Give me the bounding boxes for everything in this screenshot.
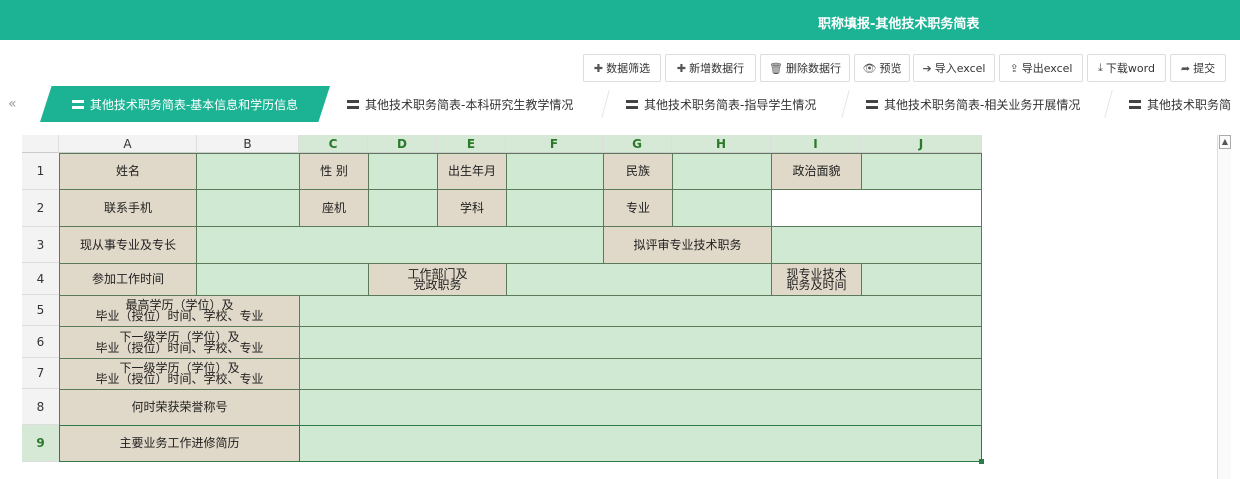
- delete-row-button[interactable]: 🗑 删除数据行: [760, 54, 850, 82]
- input-highest-edu[interactable]: [299, 295, 982, 327]
- label-department: 工作部门及 党政职务: [368, 263, 507, 296]
- input-current-title[interactable]: [861, 263, 982, 296]
- vertical-scrollbar[interactable]: ▲: [1217, 135, 1231, 479]
- tab-teaching[interactable]: 其他技术职务简表-本科研究生教学情况: [347, 86, 573, 122]
- fill-handle[interactable]: [979, 459, 984, 464]
- download-word-button[interactable]: ⤓ 下载word: [1087, 54, 1166, 82]
- row-header-4[interactable]: 4: [22, 263, 59, 295]
- column-header-j[interactable]: J: [861, 135, 982, 153]
- row-header-8[interactable]: 8: [22, 389, 59, 425]
- label-proposed-title: 拟评审专业技术职务: [603, 226, 772, 264]
- tab-related-business[interactable]: 其他技术职务简表-相关业务开展情况: [866, 86, 1080, 122]
- tab-separator: [841, 90, 850, 118]
- page-title: 职称填报-其他技术职务简表: [818, 17, 980, 32]
- row-header-1[interactable]: 1: [22, 153, 59, 190]
- label-gender: 性 别: [299, 153, 369, 190]
- label-specialty: 现从事专业及专长: [59, 226, 197, 264]
- submit-button[interactable]: ➦ 提交: [1170, 54, 1226, 82]
- table-icon: [71, 99, 84, 109]
- input-resume[interactable]: [299, 425, 982, 462]
- row-header-3[interactable]: 3: [22, 227, 59, 263]
- label-highest-edu: 最高学历（学位）及 毕业（授位）时间、学校、专业: [59, 295, 300, 327]
- input-honor[interactable]: [299, 389, 982, 426]
- export-excel-button[interactable]: ⇪ 导出excel: [999, 54, 1083, 82]
- label-third-edu: 下一级学历（学位）及 毕业（授位）时间、学校、专业: [59, 358, 300, 390]
- table-icon: [626, 99, 638, 109]
- row-header-5[interactable]: 5: [22, 295, 59, 326]
- input-specialty[interactable]: [196, 226, 604, 264]
- table-icon: [347, 99, 359, 109]
- input-major[interactable]: [672, 189, 772, 227]
- input-proposed-title[interactable]: [771, 226, 982, 264]
- filter-data-button[interactable]: ✚ 数据筛选: [583, 54, 661, 82]
- input-political[interactable]: [861, 153, 982, 190]
- eye-icon: 👁: [862, 61, 877, 75]
- column-header-h[interactable]: H: [672, 135, 771, 153]
- input-ethnic[interactable]: [672, 153, 772, 190]
- column-header-f[interactable]: F: [506, 135, 603, 153]
- input-gender[interactable]: [368, 153, 438, 190]
- tab-separator: [1104, 90, 1113, 118]
- column-header-b[interactable]: B: [197, 135, 299, 153]
- label-current-title: 现专业技术 职务及时间: [771, 263, 862, 296]
- corner-cell[interactable]: [22, 135, 59, 153]
- import-icon: ➔: [922, 61, 932, 75]
- table-icon: [866, 99, 878, 109]
- row-header-9[interactable]: 9: [22, 425, 59, 462]
- label-name: 姓名: [59, 153, 197, 190]
- tab-separator: [601, 90, 610, 118]
- add-row-button[interactable]: ✚ 新增数据行: [665, 54, 756, 82]
- column-header-a[interactable]: A: [59, 135, 197, 153]
- tab-more[interactable]: 其他技术职务简: [1129, 86, 1231, 122]
- trash-icon: 🗑: [769, 61, 783, 75]
- row-header-2[interactable]: 2: [22, 190, 59, 227]
- plus-icon: ✚: [676, 61, 687, 75]
- label-subject: 学科: [437, 189, 507, 227]
- column-header-d[interactable]: D: [368, 135, 437, 153]
- label-work-start: 参加工作时间: [59, 263, 197, 296]
- label-landline: 座机: [299, 189, 369, 227]
- label-phone: 联系手机: [59, 189, 197, 227]
- export-icon: ⇪: [1009, 61, 1019, 75]
- input-birth[interactable]: [506, 153, 604, 190]
- label-honor: 何时荣获荣誉称号: [59, 389, 300, 426]
- input-subject[interactable]: [506, 189, 604, 227]
- scroll-up-icon[interactable]: ▲: [1219, 135, 1231, 149]
- column-header-e[interactable]: E: [437, 135, 506, 153]
- input-landline[interactable]: [368, 189, 438, 227]
- input-third-edu[interactable]: [299, 358, 982, 390]
- tab-basic-info[interactable]: 其他技术职务简表-基本信息和学历信息: [40, 86, 330, 122]
- label-major: 专业: [603, 189, 673, 227]
- label-second-edu: 下一级学历（学位）及 毕业（授位）时间、学校、专业: [59, 326, 300, 359]
- plus-icon: ✚: [593, 61, 604, 75]
- tab-scroll-left-icon[interactable]: «: [8, 96, 17, 112]
- input-second-edu[interactable]: [299, 326, 982, 359]
- column-header-c[interactable]: C: [299, 135, 368, 153]
- column-header-g[interactable]: G: [603, 135, 672, 153]
- input-work-start[interactable]: [196, 263, 369, 296]
- blank-cell[interactable]: [771, 189, 982, 227]
- label-political: 政治面貌: [771, 153, 862, 190]
- row-header-7[interactable]: 7: [22, 358, 59, 389]
- input-name[interactable]: [196, 153, 300, 190]
- import-excel-button[interactable]: ➔ 导入excel: [913, 54, 995, 82]
- label-ethnic: 民族: [603, 153, 673, 190]
- download-icon: ⤓: [1098, 61, 1103, 74]
- top-bar: 职称填报-其他技术职务简表: [0, 0, 1240, 40]
- submit-icon: ➦: [1180, 61, 1191, 75]
- column-header-i[interactable]: I: [771, 135, 861, 153]
- row-header-6[interactable]: 6: [22, 326, 59, 358]
- table-icon: [1129, 99, 1141, 109]
- preview-button[interactable]: 👁 预览: [854, 54, 910, 82]
- label-birth: 出生年月: [437, 153, 507, 190]
- input-department[interactable]: [506, 263, 772, 296]
- tab-bar: « 其他技术职务简表-基本信息和学历信息 其他技术职务简表-本科研究生教学情况 …: [0, 86, 1240, 122]
- tab-student-guidance[interactable]: 其他技术职务简表-指导学生情况: [626, 86, 816, 122]
- label-resume: 主要业务工作进修简历: [59, 425, 300, 462]
- input-phone[interactable]: [196, 189, 300, 227]
